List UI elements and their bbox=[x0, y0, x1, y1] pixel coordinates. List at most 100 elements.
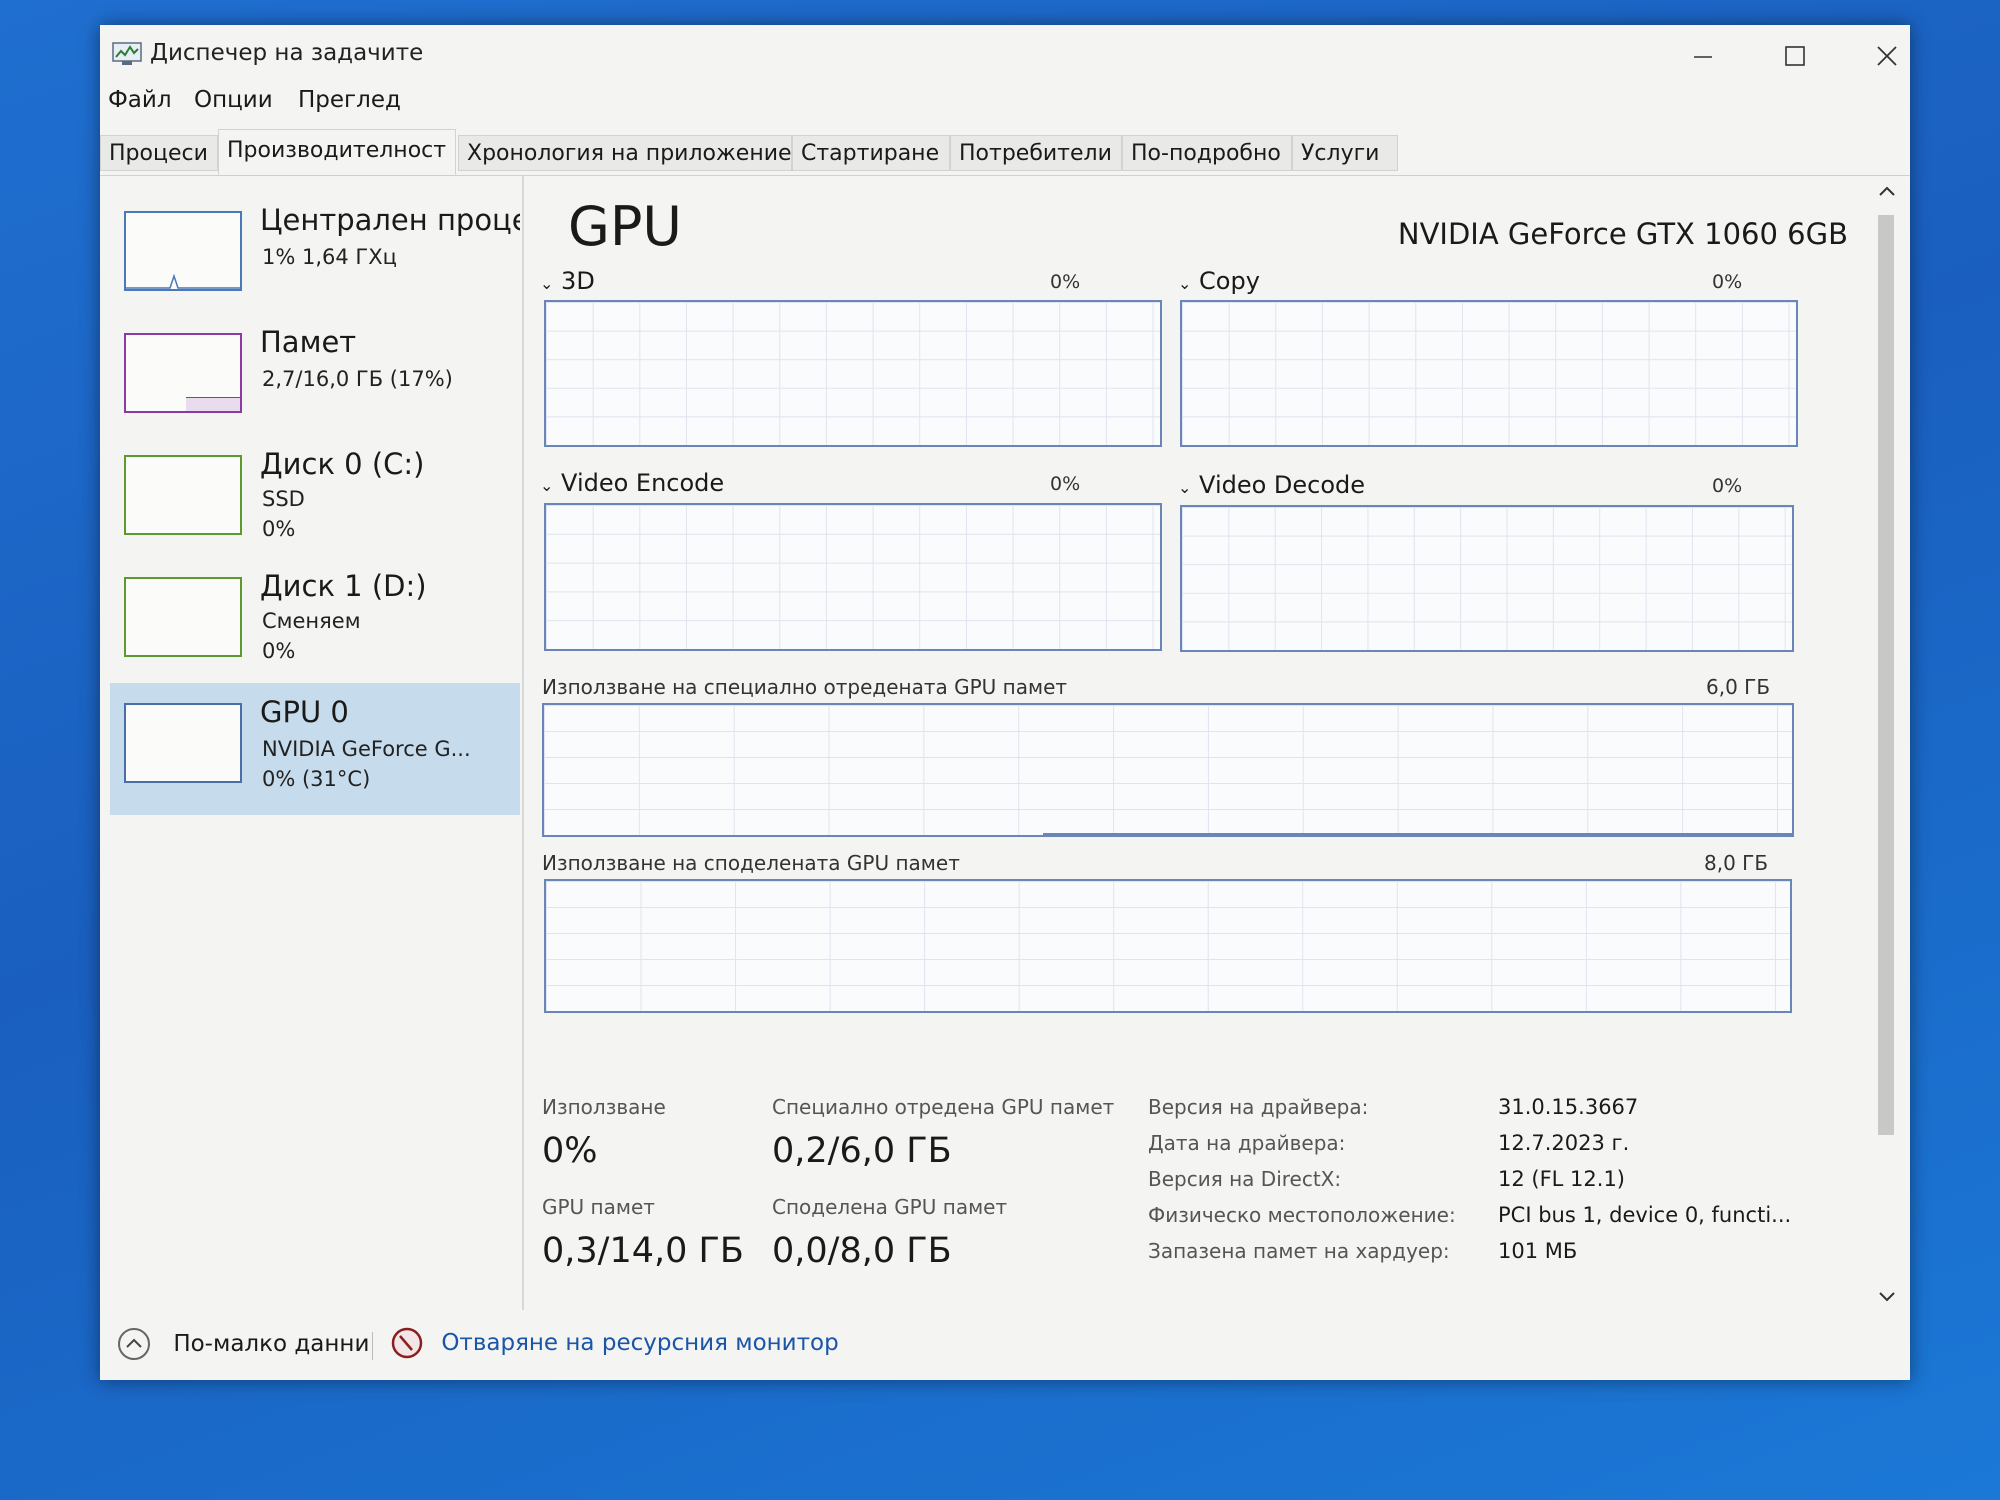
menu-bar: Файл Опции Преглед bbox=[100, 87, 1910, 123]
menu-options[interactable]: Опции bbox=[194, 87, 273, 113]
maximize-button[interactable] bbox=[1772, 35, 1818, 75]
sidebar-item-detail: 1% 1,64 ГХц bbox=[262, 245, 397, 269]
shared-value: 0,0/8,0 ГБ bbox=[772, 1231, 952, 1271]
sidebar-item-detail: 2,7/16,0 ГБ (17%) bbox=[262, 367, 453, 391]
usage-value: 0% bbox=[542, 1131, 598, 1171]
sidebar-item-disk-1[interactable]: Диск 1 (D:) Сменяем 0% bbox=[110, 561, 520, 683]
sidebar-item-usage: 0% bbox=[262, 639, 296, 663]
dedicated-memory-max: 6,0 ГБ bbox=[1706, 675, 1771, 699]
sidebar-item-disk-0[interactable]: Диск 0 (C:) SSD 0% bbox=[110, 439, 520, 561]
close-button[interactable] bbox=[1864, 35, 1910, 75]
graph-shared-memory bbox=[544, 879, 1792, 1013]
fewer-details-button[interactable]: По-малко данни bbox=[116, 1326, 369, 1362]
gpu-memory-label: GPU памет bbox=[542, 1195, 655, 1219]
sidebar-item-detail: SSD bbox=[262, 487, 305, 511]
footer-divider bbox=[372, 1332, 373, 1360]
minimize-icon bbox=[1694, 56, 1712, 58]
scrollbar-thumb[interactable] bbox=[1878, 215, 1894, 1135]
resource-monitor-link[interactable]: Отваряне на ресурсния монитор bbox=[390, 1326, 839, 1360]
fewer-details-label: По-малко данни bbox=[173, 1330, 370, 1357]
info-label: Версия на драйвера: bbox=[1148, 1095, 1369, 1119]
engine-selector-3d[interactable]: ⌄ 3D bbox=[540, 267, 595, 295]
title-bar: Диспечер на задачите bbox=[100, 25, 1910, 85]
graph-copy bbox=[1180, 300, 1798, 447]
performance-content: Централен процесор 1% 1,64 ГХц Памет 2,7… bbox=[100, 175, 1910, 1310]
close-icon bbox=[1877, 46, 1897, 66]
tab-services[interactable]: Услуги bbox=[1292, 135, 1398, 171]
disk-1-thumbnail bbox=[124, 577, 242, 657]
engine-percent: 0% bbox=[1712, 475, 1743, 497]
sidebar-item-detail: Сменяем bbox=[262, 609, 361, 633]
graph-3d bbox=[544, 300, 1162, 447]
sidebar-item-usage: 0% bbox=[262, 517, 296, 541]
resource-monitor-label: Отваряне на ресурсния монитор bbox=[441, 1329, 839, 1356]
tab-startup[interactable]: Стартиране bbox=[792, 135, 950, 171]
engine-label: Video Decode bbox=[1199, 471, 1366, 499]
sidebar-item-title: Централен процесор bbox=[260, 203, 520, 237]
info-value: 31.0.15.3667 bbox=[1498, 1095, 1639, 1119]
task-manager-window: Диспечер на задачите Файл Опции Преглед … bbox=[100, 25, 1910, 1380]
engine-label: 3D bbox=[561, 267, 595, 295]
usage-label: Използване bbox=[542, 1095, 666, 1119]
engine-label: Copy bbox=[1199, 267, 1260, 295]
cpu-thumbnail bbox=[124, 211, 242, 291]
info-label: Запазена памет на хардуер: bbox=[1148, 1239, 1450, 1263]
resource-sidebar: Централен процесор 1% 1,64 ГХц Памет 2,7… bbox=[100, 175, 524, 1310]
chevron-up-circle-icon bbox=[118, 1328, 150, 1360]
engine-percent: 0% bbox=[1050, 473, 1081, 495]
graph-video-encode bbox=[544, 503, 1162, 651]
engine-label: Video Encode bbox=[561, 469, 725, 497]
chevron-down-icon: ⌄ bbox=[540, 476, 554, 495]
menu-view[interactable]: Преглед bbox=[298, 87, 401, 113]
tab-performance[interactable]: Производителност bbox=[218, 129, 456, 175]
info-label: Физическо местоположение: bbox=[1148, 1203, 1456, 1227]
info-value: 101 МБ bbox=[1498, 1239, 1578, 1263]
gpu-memory-value: 0,3/14,0 ГБ bbox=[542, 1231, 744, 1271]
engine-selector-video-decode[interactable]: ⌄ Video Decode bbox=[1178, 471, 1365, 499]
gpu-panel: GPU NVIDIA GeForce GTX 1060 6GB ⌄ 3D 0% … bbox=[530, 175, 1870, 1310]
info-value: 12 (FL 12.1) bbox=[1498, 1167, 1625, 1191]
dedicated-value: 0,2/6,0 ГБ bbox=[772, 1131, 952, 1171]
memory-thumbnail bbox=[124, 333, 242, 413]
tab-processes[interactable]: Процеси bbox=[100, 135, 218, 171]
info-value: PCI bus 1, device 0, functi... bbox=[1498, 1203, 1792, 1227]
engine-selector-copy[interactable]: ⌄ Copy bbox=[1178, 267, 1260, 295]
info-value: 12.7.2023 г. bbox=[1498, 1131, 1630, 1155]
tab-app-history[interactable]: Хронология на приложение bbox=[458, 135, 792, 171]
scroll-down-icon[interactable] bbox=[1872, 1285, 1902, 1309]
minimize-button[interactable] bbox=[1680, 35, 1726, 75]
tab-details[interactable]: По-подробно bbox=[1122, 135, 1292, 171]
info-label: Дата на драйвера: bbox=[1148, 1131, 1346, 1155]
gpu-model-name: NVIDIA GeForce GTX 1060 6GB bbox=[1397, 217, 1848, 251]
sidebar-item-cpu[interactable]: Централен процесор 1% 1,64 ГХц bbox=[110, 195, 520, 317]
sidebar-item-title: GPU 0 bbox=[260, 695, 349, 729]
tab-users[interactable]: Потребители bbox=[950, 135, 1122, 171]
maximize-icon bbox=[1785, 46, 1805, 66]
sidebar-item-gpu-0[interactable]: GPU 0 NVIDIA GeForce G... 0% (31°C) bbox=[110, 683, 520, 815]
footer-bar: По-малко данни Отваряне на ресурсния мон… bbox=[100, 1310, 1910, 1380]
disk-0-thumbnail bbox=[124, 455, 242, 535]
sidebar-item-usage: 0% (31°C) bbox=[262, 767, 371, 791]
graph-dedicated-memory bbox=[542, 703, 1794, 837]
vertical-scrollbar[interactable] bbox=[1872, 175, 1902, 1302]
dedicated-label: Специално отредена GPU памет bbox=[772, 1095, 1115, 1119]
engine-percent: 0% bbox=[1050, 271, 1081, 293]
window-title: Диспечер на задачите bbox=[150, 40, 424, 66]
engine-percent: 0% bbox=[1712, 271, 1743, 293]
engine-selector-video-encode[interactable]: ⌄ Video Encode bbox=[540, 469, 724, 497]
tab-bar: Процеси Производителност Хронология на п… bbox=[100, 129, 1910, 176]
resource-monitor-icon bbox=[391, 1327, 423, 1359]
dedicated-memory-label: Използване на специално отредената GPU п… bbox=[542, 675, 1068, 699]
info-label: Версия на DirectX: bbox=[1148, 1167, 1342, 1191]
page-title: GPU bbox=[568, 195, 682, 258]
chevron-down-icon: ⌄ bbox=[1178, 274, 1192, 293]
graph-video-decode bbox=[1180, 505, 1794, 652]
sidebar-item-memory[interactable]: Памет 2,7/16,0 ГБ (17%) bbox=[110, 317, 520, 439]
menu-file[interactable]: Файл bbox=[108, 87, 172, 113]
shared-memory-max: 8,0 ГБ bbox=[1704, 851, 1769, 875]
gpu-0-thumbnail bbox=[124, 703, 242, 783]
scroll-up-icon[interactable] bbox=[1872, 179, 1902, 203]
shared-label: Споделена GPU памет bbox=[772, 1195, 1008, 1219]
sidebar-item-title: Диск 0 (C:) bbox=[260, 447, 425, 481]
chevron-down-icon: ⌄ bbox=[1178, 478, 1192, 497]
